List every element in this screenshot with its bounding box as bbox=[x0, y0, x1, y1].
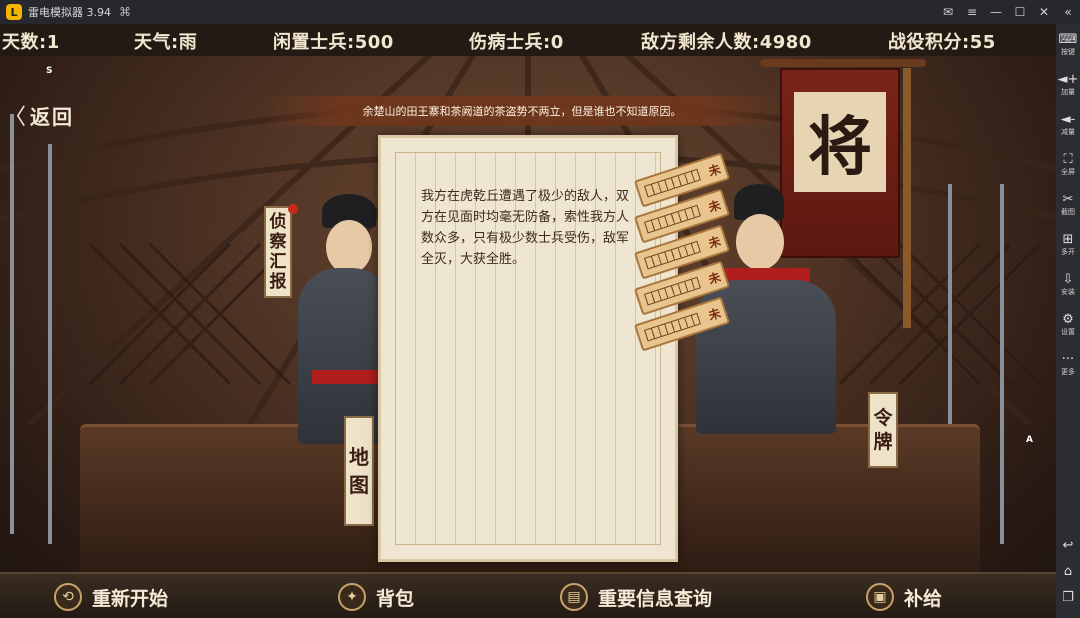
battle-report-text: 我方在虎乾丘遭遇了极少的敌人，双方在见面时均毫无防备，索性我方人数众多，只有极少… bbox=[421, 189, 630, 267]
stats-bar: 天数:1 天气:雨 闲置士兵:500 伤病士兵:0 敌方剩余人数:4980 战役… bbox=[0, 24, 1056, 56]
sidebar-screenshot-button[interactable]: ✂ 截图 bbox=[1056, 192, 1080, 230]
sidebar-volume-down-label: 减量 bbox=[1061, 128, 1075, 136]
sidebar-fullscreen-label: 全屏 bbox=[1061, 168, 1075, 176]
stat-wounded-soldiers: 伤病士兵:0 bbox=[469, 32, 564, 53]
restart-label: 重新开始 bbox=[92, 587, 169, 610]
sidebar-more-label: 更多 bbox=[1061, 368, 1075, 376]
emulator-logo-icon: L bbox=[6, 4, 22, 20]
maximize-icon[interactable]: ☐ bbox=[1008, 0, 1032, 24]
sidebar-volume-down-button[interactable]: ◄- 减量 bbox=[1056, 112, 1080, 150]
home-nav-icon[interactable]: ⌂ bbox=[1056, 560, 1080, 582]
info-query-icon: ▤ bbox=[560, 583, 588, 611]
spear-left bbox=[10, 114, 14, 534]
back-nav-icon[interactable]: ↩ bbox=[1056, 534, 1080, 556]
slip-status: 未 bbox=[706, 197, 723, 215]
volume-down-icon: ◄- bbox=[1060, 112, 1076, 127]
sidebar-settings-label: 设置 bbox=[1061, 328, 1075, 336]
sidebar-keymap-button[interactable]: ⌨ 按键 bbox=[1056, 32, 1080, 70]
notice-banner: 余楚山的田王寨和茶阙道的茶盗势不两立，但是谁也不知道原因。 bbox=[262, 96, 782, 126]
game-viewport: 天数:1 天气:雨 闲置士兵:500 伤病士兵:0 敌方剩余人数:4980 战役… bbox=[0, 24, 1056, 618]
supply-label: 补给 bbox=[904, 587, 943, 610]
info-query-label: 重要信息查询 bbox=[598, 587, 713, 610]
window-controls: ✉ ≡ — ☐ ✕ « bbox=[936, 0, 1080, 24]
bottom-toolbar: ⟲ 重新开始 ✦ 背包 ▤ 重要信息查询 ▣ 补给 bbox=[0, 572, 1056, 618]
key-marker-s: S bbox=[46, 66, 53, 76]
stat-battle-points: 战役积分:55 bbox=[888, 32, 996, 53]
sidebar-volume-up-button[interactable]: ◄+ 加量 bbox=[1056, 72, 1080, 110]
sidebar-install-apk-label: 安装 bbox=[1061, 288, 1075, 296]
screenshot-icon: ✂ bbox=[1062, 192, 1074, 207]
slip-status: 未 bbox=[706, 233, 723, 251]
sidebar-settings-button[interactable]: ⚙ 设置 bbox=[1056, 312, 1080, 350]
scout-report-tag[interactable]: 侦 察 汇 报 bbox=[264, 206, 292, 298]
general-banner-char: 将 bbox=[794, 92, 886, 192]
more-icon: ··· bbox=[1061, 352, 1075, 367]
stat-days: 天数:1 bbox=[2, 32, 60, 53]
recents-nav-icon[interactable]: ❐ bbox=[1056, 586, 1080, 608]
emulator-title: 雷电模拟器 3.94 bbox=[28, 6, 111, 19]
multi-instance-icon: ⊞ bbox=[1062, 232, 1074, 247]
stat-idle-soldiers: 闲置士兵:500 bbox=[273, 32, 394, 53]
emulator-titlebar: L 雷电模拟器 3.94 ⌘ ✉ ≡ — ☐ ✕ « bbox=[0, 0, 1080, 24]
token-tag[interactable]: 令 牌 bbox=[868, 392, 898, 468]
flag-pole bbox=[760, 59, 926, 67]
gamepad-icon[interactable]: ⌘ bbox=[119, 5, 131, 19]
sidebar-multi-instance-button[interactable]: ⊞ 多开 bbox=[1056, 232, 1080, 270]
emulator-sidebar: ⌨ 按键 ◄+ 加量 ◄- 减量 ⛶ 全屏 ✂ 截图 ⊞ 多开 ⇩ 安装 ⚙ 设置 ··· 更多 ↩ ⌂ ❐ bbox=[1056, 24, 1080, 618]
spear-left-2 bbox=[48, 144, 52, 544]
slip-status: 未 bbox=[706, 269, 723, 287]
sidebar-fullscreen-button[interactable]: ⛶ 全屏 bbox=[1056, 152, 1080, 190]
scout-report-notification-dot bbox=[288, 204, 298, 214]
restart-button[interactable]: ⟲ 重新开始 bbox=[54, 580, 168, 614]
menu-icon[interactable]: ≡ bbox=[960, 0, 984, 24]
install-apk-icon: ⇩ bbox=[1062, 272, 1074, 287]
sidebar-keymap-label: 按键 bbox=[1061, 48, 1075, 56]
sidebar-screenshot-label: 截图 bbox=[1061, 208, 1075, 216]
mail-icon[interactable]: ✉ bbox=[936, 0, 960, 24]
key-marker-a: A bbox=[1026, 435, 1033, 445]
info-query-button[interactable]: ▤ 重要信息查询 bbox=[560, 580, 712, 614]
stat-enemy-remaining: 敌方剩余人数:4980 bbox=[641, 32, 812, 53]
back-button[interactable]: 〈 返回 bbox=[4, 100, 75, 131]
keymap-icon: ⌨ bbox=[1058, 32, 1078, 47]
backpack-label: 背包 bbox=[376, 587, 415, 610]
minimize-icon[interactable]: — bbox=[984, 0, 1008, 24]
spear-right-2 bbox=[1000, 184, 1004, 544]
stat-weather: 天气:雨 bbox=[134, 32, 198, 53]
slip-status: 未 bbox=[706, 305, 723, 323]
slip-status: 未 bbox=[706, 161, 723, 179]
close-icon[interactable]: ✕ bbox=[1032, 0, 1056, 24]
settings-icon: ⚙ bbox=[1062, 312, 1074, 327]
notice-text: 余楚山的田王寨和茶阙道的茶盗势不两立，但是谁也不知道原因。 bbox=[362, 105, 682, 118]
restart-icon: ⟲ bbox=[54, 583, 82, 611]
supply-icon: ▣ bbox=[866, 583, 894, 611]
fullscreen-icon: ⛶ bbox=[1063, 152, 1073, 167]
backpack-icon: ✦ bbox=[338, 583, 366, 611]
map-tag[interactable]: 地 图 bbox=[344, 416, 374, 526]
battle-report-scroll: 我方在虎乾丘遭遇了极少的敌人，双方在见面时均毫无防备，索性我方人数众多，只有极少… bbox=[378, 135, 678, 562]
flag-tassel bbox=[903, 68, 911, 328]
sidebar-volume-up-label: 加量 bbox=[1061, 88, 1075, 96]
back-label: 返回 bbox=[30, 104, 75, 129]
backpack-button[interactable]: ✦ 背包 bbox=[338, 580, 414, 614]
sidebar-more-button[interactable]: ··· 更多 bbox=[1056, 352, 1080, 390]
volume-up-icon: ◄+ bbox=[1057, 72, 1079, 87]
collapse-sidebar-icon[interactable]: « bbox=[1056, 0, 1080, 24]
sidebar-install-apk-button[interactable]: ⇩ 安装 bbox=[1056, 272, 1080, 310]
supply-button[interactable]: ▣ 补给 bbox=[866, 580, 942, 614]
scout-character bbox=[292, 184, 392, 444]
sidebar-multi-instance-label: 多开 bbox=[1061, 248, 1075, 256]
back-arrow-icon: 〈 bbox=[4, 105, 27, 130]
